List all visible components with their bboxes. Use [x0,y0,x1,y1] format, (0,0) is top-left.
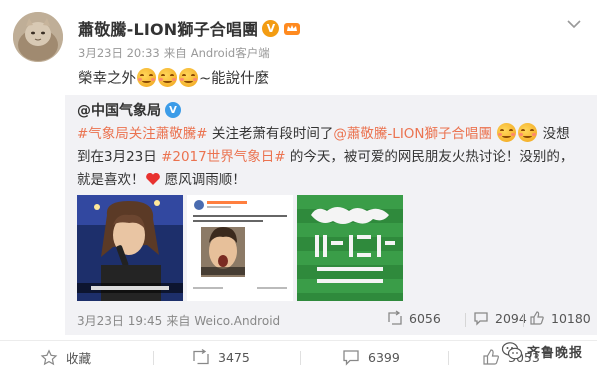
post-text-before: 榮幸之外 [78,71,136,87]
repost-reposts-button[interactable]: 6056 [387,310,441,326]
wechat-logo-icon [501,340,523,362]
author-name[interactable]: 蕭敬騰-LION獅子合唱團 [78,16,258,40]
repost-header: @中国气象局 V [77,100,181,120]
repost-comments-button[interactable]: 2094 [473,310,527,326]
football-field-photo [297,195,403,301]
comment-icon [474,312,488,326]
hashtag-link[interactable]: #2017世界气象日# [161,149,285,165]
repost-likes-count: 10180 [551,310,591,326]
star-icon [40,348,58,365]
repost-date: 3月23日 19:45 [77,314,163,328]
chevron-down-icon[interactable] [566,18,582,30]
concert-singer-photo [77,195,183,301]
action-divider [300,351,301,365]
post-source-prefix: 来自 [163,46,187,60]
repost-text: #气象局关注蕭敬騰# 关注老萧有段时间了@蕭敬騰-LION獅子合唱團 没想到在3… [77,123,582,192]
author-row: 蕭敬騰-LION獅子合唱團 V [78,17,301,39]
repost-image-1[interactable] [77,195,183,301]
mention-link[interactable]: @蕭敬騰-LION獅子合唱團 [333,126,492,142]
vip-crown-icon [283,20,301,36]
grin-emoji-icon [179,68,198,87]
repost-author[interactable]: @中国气象局 [77,100,161,120]
action-divider [153,351,154,365]
favorite-label: 收藏 [66,351,92,366]
verified-badge-icon: V [262,19,280,37]
repost-image-3[interactable] [297,195,403,301]
grin-emoji-icon [137,68,156,87]
repost-source-prefix: 来自 [166,314,191,328]
post-text: 榮幸之外 ~能說什麼 [78,67,269,88]
repost-footer: 3月23日 19:45 来自 Weico.Android 6056 2094 101… [77,310,591,330]
reposted-card[interactable]: @中国气象局 V #气象局关注蕭敬騰# 关注老萧有段时间了@蕭敬騰-LION獅子… [65,95,597,335]
repost-image-grid [77,195,403,301]
repost-likes-button[interactable]: 10180 [529,310,591,326]
repost-reposts-count: 6056 [409,310,441,326]
repost-icon [388,310,402,325]
stat-divider [523,313,524,327]
grin-emoji-icon [518,123,538,142]
hashtag-link[interactable]: #气象局关注蕭敬騰# [77,126,208,142]
watermark: 齐鲁晚报 [501,340,583,362]
grin-emoji-icon [158,68,177,87]
comment-icon [343,350,359,366]
comment-button[interactable]: 6399 [342,348,400,366]
weibo-screenshot-photo [187,195,293,301]
repost-text-part: 关注老萧有段时间了 [207,126,334,142]
stat-divider [465,313,466,327]
repost-source[interactable]: Weico.Android [194,314,280,328]
post-text-after: ~能說什麼 [199,71,270,87]
repost-text-part: 愿风调雨顺！ [160,172,246,188]
watermark-text: 齐鲁晚报 [526,345,583,361]
repost-count: 3475 [218,349,250,365]
repost-button[interactable]: 3475 [192,348,250,366]
verified-blue-badge-icon: V [165,102,181,118]
comment-count: 6399 [368,349,400,365]
heart-icon [145,172,161,186]
repost-image-2[interactable] [187,195,293,301]
repost-meta: 3月23日 19:45 来自 Weico.Android [77,312,284,329]
action-divider [448,351,449,365]
post-source[interactable]: Android客户端 [191,46,270,60]
repost-icon [193,348,209,365]
grin-emoji-icon [497,123,517,142]
favorite-button[interactable]: 收藏 [40,348,91,367]
post-meta: 3月23日 20:33 来自 Android客户端 [78,45,274,61]
post-date: 3月23日 20:33 [78,46,160,60]
thumbs-up-icon [530,311,544,325]
author-avatar[interactable] [13,12,63,62]
thumbs-up-icon [483,349,499,365]
